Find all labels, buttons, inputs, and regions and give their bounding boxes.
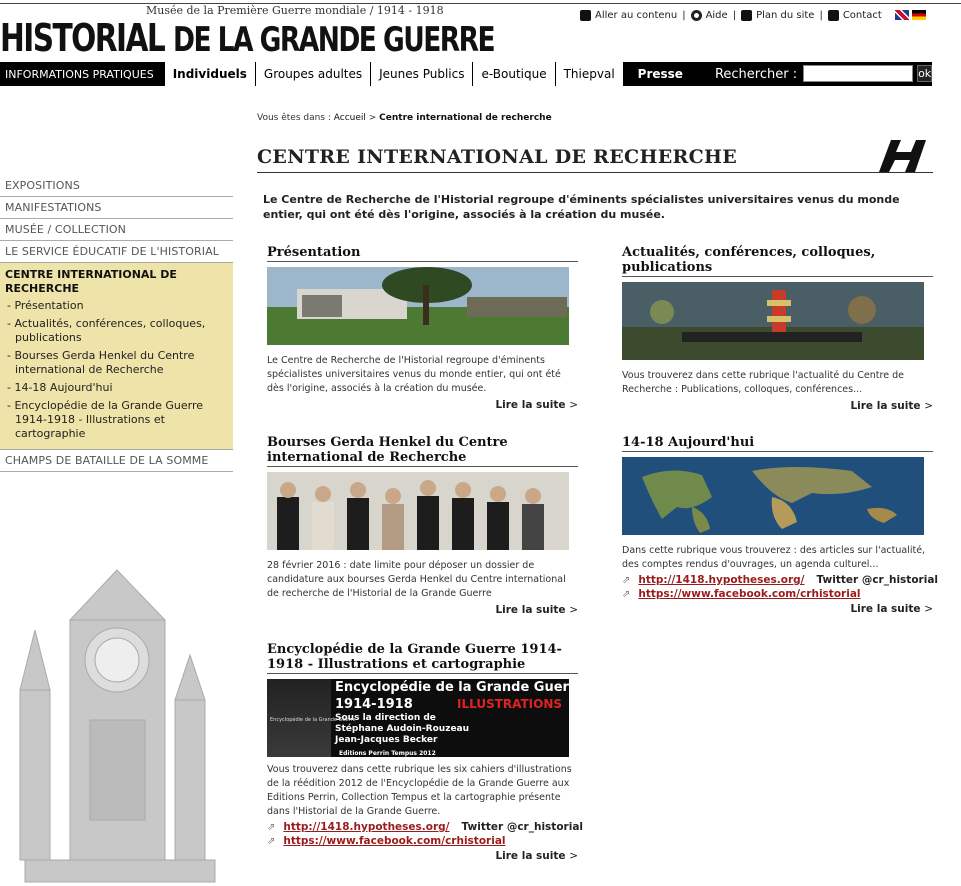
mail-icon xyxy=(827,10,839,21)
eye-icon xyxy=(690,10,702,21)
logo-title: HISTORIAL DE LA GRANDE GUERRE xyxy=(0,16,496,60)
sidebar-sub-bourses[interactable]: - Bourses Gerda Henkel du Centre interna… xyxy=(5,349,228,377)
separator: | xyxy=(732,10,737,21)
banner-illustrations: ILLUSTRATIONS xyxy=(457,697,563,711)
breadcrumb-separator: > xyxy=(365,113,380,123)
card-title[interactable]: 14-18 Aujourd'hui xyxy=(622,435,933,452)
external-link-icon: ⇗ xyxy=(622,574,631,586)
english-flag-icon[interactable] xyxy=(895,10,909,20)
card-bourses: Bourses Gerda Henkel du Centre internati… xyxy=(267,435,578,616)
read-more-link[interactable]: Lire la suite > xyxy=(267,604,578,616)
read-more-link[interactable]: Lire la suite > xyxy=(622,400,933,412)
facebook-link[interactable]: https://www.facebook.com/crhistorial xyxy=(283,835,505,847)
encyclopedie-banner[interactable]: Encyclopédie de la Grande Guerre Encyclo… xyxy=(267,679,569,757)
sidebar-sub-presentation[interactable]: - Présentation xyxy=(5,299,228,313)
bourses-group-photo[interactable] xyxy=(267,472,569,550)
separator: | xyxy=(682,10,686,21)
card-encyclopedie: Encyclopédie de la Grande Guerre 1914-19… xyxy=(267,642,583,862)
search-ok-button[interactable]: ok xyxy=(917,65,933,82)
card-title[interactable]: Bourses Gerda Henkel du Centre internati… xyxy=(267,435,578,467)
read-more-link[interactable]: Lire la suite > xyxy=(267,399,578,411)
nav-jeunes-publics[interactable]: Jeunes Publics xyxy=(370,62,473,86)
hypotheses-link-row: ⇗ http://1418.hypotheses.org/ Twitter @c… xyxy=(622,574,938,586)
banner-publisher: Editions Perrin Tempus 2012 xyxy=(339,750,436,757)
sidebar-item-champs-bataille[interactable]: CHAMPS DE BATAILLE DE LA SOMME xyxy=(0,450,233,472)
intro-text: Le Centre de Recherche de l'Historial re… xyxy=(263,193,900,221)
card-title[interactable]: Actualités, conférences, colloques, publ… xyxy=(622,245,933,277)
banner-line-1: Encyclopédie de la Grande Guerre xyxy=(335,680,569,695)
banner-credits: Sous la direction de Stéphane Audoin-Rou… xyxy=(335,713,470,745)
decorative-clock-image xyxy=(5,560,230,885)
site-logo[interactable]: Musée de la Première Guerre mondiale / 1… xyxy=(0,4,496,60)
card-text: Vous trouverez dans cette rubrique l'act… xyxy=(622,370,904,395)
actualites-photo[interactable] xyxy=(622,282,924,360)
card-title[interactable]: Encyclopédie de la Grande Guerre 1914-19… xyxy=(267,642,578,674)
sidebar-item-service-educatif[interactable]: LE SERVICE ÉDUCATIF DE L'HISTORIAL xyxy=(0,241,233,263)
read-more-link[interactable]: Lire la suite > xyxy=(622,603,933,615)
breadcrumb-prefix: Vous êtes dans : xyxy=(257,113,334,123)
card-presentation: Présentation Le Centre de Recherche de l… xyxy=(267,245,578,411)
nav-presse[interactable]: Presse xyxy=(623,62,697,86)
facebook-link[interactable]: https://www.facebook.com/crhistorial xyxy=(638,588,860,600)
sidebar-sub-1418-aujourdhui[interactable]: - 14-18 Aujourd'hui xyxy=(5,381,228,395)
twitter-handle: Twitter @cr_historial xyxy=(816,574,939,586)
hypotheses-link[interactable]: http://1418.hypotheses.org/ xyxy=(638,574,804,586)
search-input[interactable] xyxy=(803,65,914,82)
breadcrumb-home[interactable]: Accueil xyxy=(334,113,366,123)
sidebar-sub-encyclopedie[interactable]: - Encyclopédie de la Grande Guerre 1914-… xyxy=(5,399,228,441)
hypotheses-link-row: ⇗ http://1418.hypotheses.org/ Twitter @c… xyxy=(267,821,583,833)
sidebar-item-expositions[interactable]: EXPOSITIONS xyxy=(0,175,233,197)
external-link-icon: ⇗ xyxy=(267,821,276,833)
sitemap-link[interactable]: Plan du site xyxy=(756,10,814,21)
presentation-photo[interactable] xyxy=(267,267,569,345)
historial-h-logo-icon xyxy=(879,140,926,172)
read-more-link[interactable]: Lire la suite > xyxy=(267,850,578,862)
search-label: Rechercher : xyxy=(714,66,798,82)
card-text: Dans cette rubrique vous trouverez : des… xyxy=(622,545,926,570)
nav-thiepval[interactable]: Thiepval xyxy=(554,62,624,86)
contact-link[interactable]: Contact xyxy=(843,10,882,21)
help-link[interactable]: Aide xyxy=(706,10,728,21)
sidebar-item-centre-recherche[interactable]: CENTRE INTERNATIONAL DE RECHERCHE xyxy=(5,268,228,296)
card-text: 28 février 2016 : date limite pour dépos… xyxy=(267,560,566,599)
separator: | xyxy=(819,10,823,21)
hypotheses-link[interactable]: http://1418.hypotheses.org/ xyxy=(283,821,449,833)
logo-word-grande-guerre: DE LA GRANDE GUERRE xyxy=(173,20,496,60)
sidebar-sub-actualites[interactable]: - Actualités, conférences, colloques, pu… xyxy=(5,317,228,345)
german-flag-icon[interactable] xyxy=(912,10,926,20)
sidebar: EXPOSITIONS MANIFESTATIONS MUSÉE / COLLE… xyxy=(0,175,233,472)
sidebar-item-musee-collection[interactable]: MUSÉE / COLLECTION xyxy=(0,219,233,241)
facebook-link-row: ⇗ https://www.facebook.com/crhistorial xyxy=(267,835,578,847)
language-switcher xyxy=(895,10,926,20)
utility-links: Aller au contenu | Aide | Plan du site |… xyxy=(580,10,882,21)
twitter-handle: Twitter @cr_historial xyxy=(461,821,584,833)
banner-line-2: 1914-1918 xyxy=(335,697,413,712)
card-title[interactable]: Présentation xyxy=(267,245,578,262)
breadcrumb: Vous êtes dans : Accueil > Centre intern… xyxy=(257,113,552,123)
facebook-link-row: ⇗ https://www.facebook.com/crhistorial xyxy=(622,588,933,600)
nav-e-boutique[interactable]: e-Boutique xyxy=(472,62,555,86)
card-text: Le Centre de Recherche de l'Historial re… xyxy=(267,355,561,394)
card-text: Vous trouverez dans cette rubrique les s… xyxy=(267,764,572,817)
sitemap-icon xyxy=(741,10,753,21)
nav-individuels[interactable]: Individuels xyxy=(163,62,255,86)
title-rule xyxy=(257,172,933,173)
nav-informations-pratiques[interactable]: INFORMATIONS PRATIQUES xyxy=(0,62,164,86)
page-title: CENTRE INTERNATIONAL DE RECHERCHE xyxy=(257,146,738,168)
sidebar-item-manifestations[interactable]: MANIFESTATIONS xyxy=(0,197,233,219)
skip-to-content-link[interactable]: Aller au contenu xyxy=(595,10,677,21)
world-map-photo[interactable] xyxy=(622,457,924,535)
card-actualites: Actualités, conférences, colloques, publ… xyxy=(622,245,933,412)
logo-word-historial: HISTORIAL xyxy=(0,16,166,60)
main-navigation: INFORMATIONS PRATIQUES Individuels Group… xyxy=(0,62,933,86)
breadcrumb-current: Centre international de recherche xyxy=(379,113,552,123)
external-link-icon: ⇗ xyxy=(267,835,276,847)
external-link-icon: ⇗ xyxy=(622,588,631,600)
sidebar-section-centre-recherche: CENTRE INTERNATIONAL DE RECHERCHE - Prés… xyxy=(0,263,233,450)
card-1418-aujourdhui: 14-18 Aujourd'hui Dans cette rubrique vo… xyxy=(622,435,938,615)
content-icon xyxy=(580,10,591,21)
nav-groupes-adultes[interactable]: Groupes adultes xyxy=(254,62,371,86)
